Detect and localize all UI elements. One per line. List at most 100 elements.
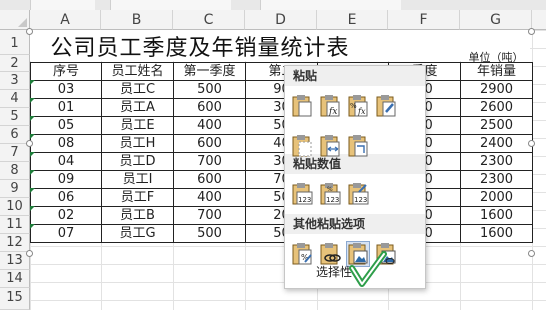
row-header-3[interactable]: 3 [0,72,30,90]
svg-text:fx: fx [357,107,366,116]
column-header-d[interactable]: D [245,10,317,30]
table-cell[interactable]: 04 [30,152,102,171]
svg-text:fx: fx [328,107,337,117]
table-cell[interactable]: 员工B [101,206,174,225]
column-header-h[interactable] [532,10,546,30]
table-cell[interactable]: 05 [30,116,102,135]
no-borders-icon[interactable] [291,134,313,158]
table-row: 02 员工B 700 20 00 1600 [30,206,533,225]
row-header-10[interactable]: 10 [0,198,30,216]
table-cell[interactable]: 500 [173,80,246,99]
error-indicator[interactable] [30,188,35,193]
table-cell[interactable]: 07 [30,224,102,243]
table-cell[interactable]: 400 [173,188,246,207]
table-cell[interactable]: 2300 [460,170,533,189]
table-cell[interactable]: 员工F [101,188,174,207]
table-cell[interactable]: 08 [30,134,102,153]
row-header-9[interactable]: 9 [0,180,30,198]
table-cell[interactable]: 1600 [460,224,533,243]
header-cell[interactable]: 序号 [30,62,102,81]
paste-formulas-number-format-icon[interactable]: %fx [347,94,369,118]
table-cell[interactable]: 2400 [460,134,533,153]
error-indicator[interactable] [30,170,35,175]
table-cell[interactable]: 600 [173,98,246,117]
table-cell[interactable]: 员工A [101,98,174,117]
error-indicator[interactable] [30,116,35,121]
table-row: 09 员工I 600 70 00 2300 [30,170,533,189]
header-cell[interactable]: 员工姓名 [101,62,174,81]
table-cell[interactable]: 2500 [460,116,533,135]
resize-handle[interactable] [26,250,33,257]
paste-values-icon[interactable]: 123 [291,182,313,206]
header-cell[interactable]: 年销量 [460,62,533,81]
svg-text:%: % [327,186,333,193]
table-cell[interactable]: 09 [30,170,102,189]
select-all-corner[interactable] [0,10,30,30]
table-cell[interactable]: 员工G [101,224,174,243]
row-header-14[interactable]: 14 [0,270,30,288]
table-row: 06 员工F 400 50 00 2000 [30,188,533,207]
row-header-4[interactable]: 4 [0,90,30,108]
table-cell[interactable]: 03 [30,80,102,99]
table-cell[interactable]: 1600 [460,206,533,225]
paste-formulas-icon[interactable]: fx [319,94,341,118]
error-indicator[interactable] [30,224,35,229]
column-header-e[interactable]: E [317,10,388,30]
error-indicator[interactable] [30,152,35,157]
values-source-formatting-icon[interactable]: 123 [347,182,369,206]
row-header-12[interactable]: 12 [0,234,30,252]
column-header-a[interactable]: A [30,10,101,30]
table-cell[interactable]: 员工H [101,134,174,153]
keep-source-formatting-icon[interactable] [375,94,397,118]
table-cell[interactable]: 2300 [460,152,533,171]
error-indicator[interactable] [30,206,35,211]
table-row: 04 员工D 700 30 00 2300 [30,152,533,171]
error-indicator[interactable] [30,80,35,85]
column-header-f[interactable]: F [388,10,460,30]
error-indicator[interactable] [30,98,35,103]
paste-icon[interactable] [291,94,313,118]
table-cell[interactable]: 600 [173,134,246,153]
strip-segment [110,0,231,10]
svg-text:123: 123 [354,196,367,204]
column-header-g[interactable]: G [460,10,532,30]
resize-handle[interactable] [26,140,33,147]
table-cell[interactable]: 700 [173,206,246,225]
values-number-format-icon[interactable]: % 123 [319,182,341,206]
svg-text:%: % [350,102,357,110]
spreadsheet[interactable]: A B C D E F G 1 2 3 4 5 6 7 8 9 10 11 12… [0,0,546,310]
table-cell[interactable]: 400 [173,116,246,135]
header-cell[interactable]: 第一季度 [173,62,246,81]
table-cell[interactable]: 01 [30,98,102,117]
row-header-8[interactable]: 8 [0,162,30,180]
table-cell[interactable]: 员工E [101,116,174,135]
table-header-row: 序号 员工姓名 第一季度 第二 季度 年销量 [30,62,533,81]
table-cell[interactable]: 02 [30,206,102,225]
table-cell[interactable]: 700 [173,152,246,171]
resize-handle[interactable] [528,140,535,147]
error-indicator[interactable] [30,134,35,139]
table-cell[interactable]: 员工I [101,170,174,189]
resize-handle[interactable] [26,28,33,35]
row-header-7[interactable]: 7 [0,144,30,162]
column-header-c[interactable]: C [173,10,245,30]
column-header-b[interactable]: B [101,10,173,30]
row-header-11[interactable]: 11 [0,216,30,234]
keep-column-widths-icon[interactable] [319,134,341,158]
table-cell[interactable]: 06 [30,188,102,207]
row-header-15[interactable]: 15 [0,288,30,310]
strip-segment [260,0,401,10]
table-cell[interactable]: 2900 [460,80,533,99]
table-cell[interactable]: 500 [173,224,246,243]
table-cell[interactable]: 员工C [101,80,174,99]
transpose-icon[interactable] [347,134,369,158]
table-cell[interactable]: 600 [173,170,246,189]
resize-handle[interactable] [528,28,535,35]
top-strip [0,0,546,10]
table-cell[interactable]: 2600 [460,98,533,117]
table-cell[interactable]: 2000 [460,188,533,207]
row-header-5[interactable]: 5 [0,108,30,126]
resize-handle[interactable] [528,250,535,257]
strip-segment [30,0,95,10]
table-cell[interactable]: 员工D [101,152,174,171]
